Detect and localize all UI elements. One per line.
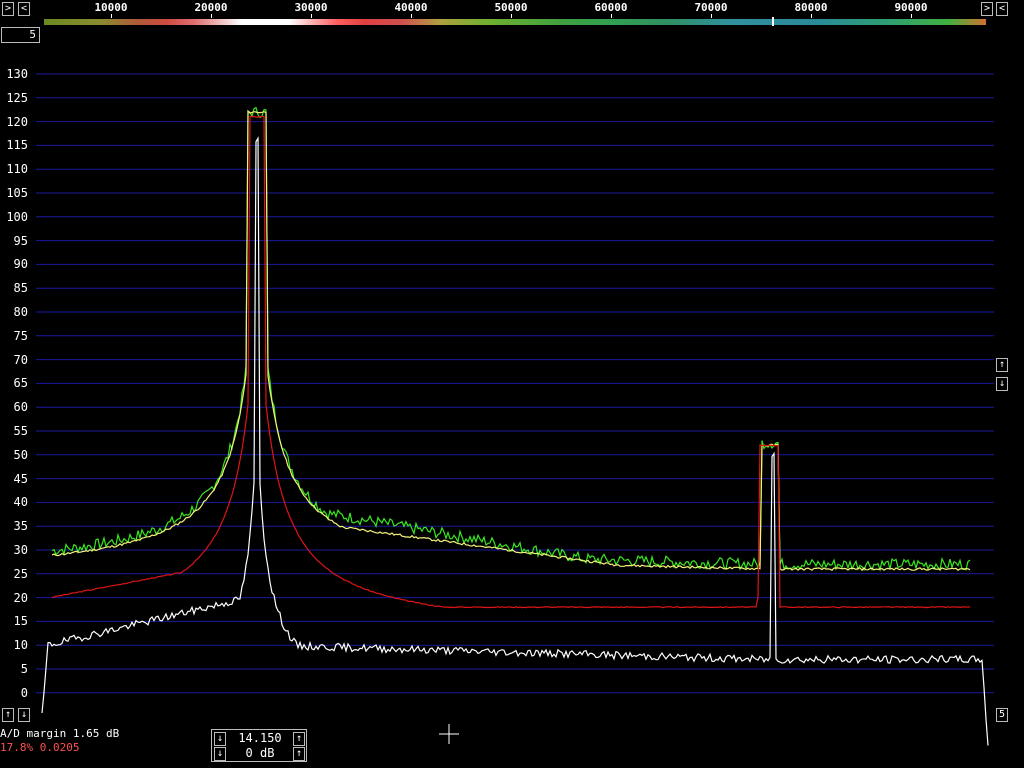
yellow-trace (51, 109, 971, 572)
scroll-down-button[interactable]: ↓ (996, 377, 1008, 391)
y-label: 120 (6, 114, 28, 129)
y-label: 10 (13, 638, 28, 653)
y-label: 105 (6, 186, 28, 200)
y-label: 5 (20, 662, 28, 676)
spectrum-plot[interactable] (0, 0, 1024, 768)
freq-up-button[interactable]: ↑ (293, 732, 305, 746)
y-label: 65 (13, 376, 28, 391)
gain-up-button[interactable]: ↑ (293, 747, 305, 761)
y-label: 95 (13, 233, 28, 248)
center-control-box: ↓ 14.150 ↑ ↓ 0 dB ↑ (211, 729, 307, 762)
y-label: 35 (13, 519, 28, 534)
bottom-right-label: 5 (998, 709, 1006, 720)
y-label: 60 (13, 400, 28, 415)
frequency-value: 14.150 (238, 731, 282, 745)
ratio-text: 17.8% 0.0205 (0, 741, 80, 754)
gain-down-button[interactable]: ↓ (214, 747, 226, 761)
gain-value: 0 dB (245, 746, 275, 760)
green-trace (51, 106, 971, 573)
y-label: 50 (13, 447, 28, 462)
y-label: 100 (6, 209, 28, 224)
bottom-right-box[interactable]: 5 (996, 708, 1008, 722)
bottom-down-button[interactable]: ↓ (18, 708, 30, 722)
red-trace (51, 115, 971, 609)
bottom-up-button[interactable]: ↑ (2, 708, 14, 722)
y-label: 30 (13, 543, 28, 557)
y-label: 45 (13, 471, 28, 486)
y-label: 80 (13, 305, 28, 319)
crosshair-cursor (439, 724, 459, 744)
y-label: 115 (6, 138, 28, 153)
freq-down-button[interactable]: ↓ (214, 732, 226, 746)
y-label: 90 (13, 257, 28, 272)
y-label: 0 (20, 685, 28, 700)
y-label: 40 (13, 495, 28, 510)
y-label: 20 (13, 590, 28, 605)
y-label: 85 (13, 281, 28, 296)
y-label: 125 (6, 90, 28, 105)
y-label: 110 (6, 162, 28, 177)
y-label: 75 (13, 328, 28, 343)
white-trace (41, 136, 989, 746)
y-label: 15 (13, 614, 28, 629)
y-label: 25 (13, 566, 28, 581)
y-label: 130 (6, 67, 28, 81)
y-label: 70 (13, 352, 28, 367)
scroll-up-button[interactable]: ↑ (996, 358, 1008, 372)
y-label: 55 (13, 424, 28, 438)
ad-margin-text: A/D margin 1.65 dB (0, 727, 120, 740)
